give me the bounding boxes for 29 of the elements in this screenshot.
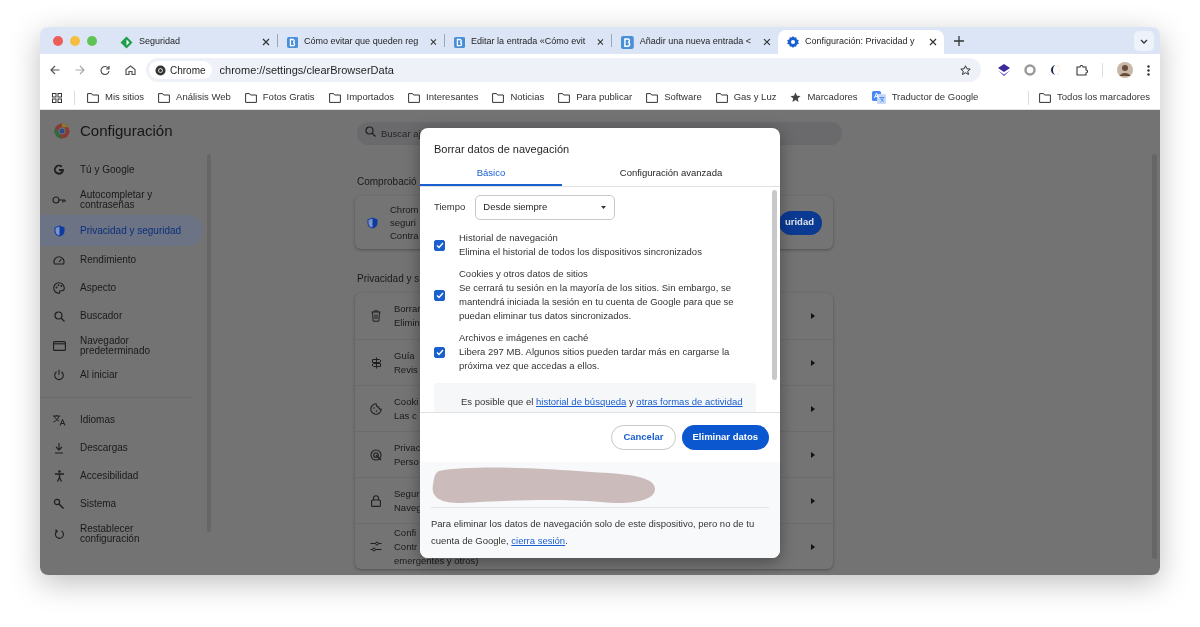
option-description: Libera 297 MB. Algunos sitios pueden tardar más en cargarse la próxima vez que accedas a ellos. — [459, 345, 731, 374]
row-text: Contr — [394, 539, 418, 554]
option-description: Elimina el historial de todos los dispositivos sincronizados — [459, 245, 702, 260]
row-text: Perso — [394, 454, 419, 469]
row-text: Las c — [394, 408, 417, 423]
section-heading: Comprobació — [357, 175, 417, 189]
url-text: chrome://settings/clearBrowserData — [219, 62, 395, 78]
row-text: Guía — [394, 348, 415, 363]
card-text: seguri — [390, 216, 416, 229]
row-text: Revis — [394, 362, 418, 377]
notice-text: Es posible que el historial de búsqueda y otras formas de actividad — [461, 396, 743, 408]
footer-text: Para eliminar los datos de navegación solo de este dispositivo, pero no de tu cuenta de Google, cierra sesión. — [431, 518, 755, 546]
page-title: Configuración — [80, 120, 173, 141]
option-title: Historial de navegación — [459, 231, 559, 245]
section-heading: Privacidad y s — [357, 272, 420, 286]
row-text: Confi — [394, 525, 417, 540]
row-text: Segur — [394, 486, 420, 501]
option-title: Archivos e imágenes en caché — [459, 330, 590, 345]
row-text: Privac — [394, 440, 421, 455]
row-text: Elimin — [394, 316, 420, 330]
card-text: Contra — [390, 229, 419, 242]
card-text: Chrom — [390, 203, 419, 216]
option-description: Se cerrará tu sesión en la mayoría de los sitios. Sin embargo, se mantendrá iniciada la sesión en tu cuenta de Google para que se puedan eliminar tus datos sincronizados. — [459, 280, 735, 324]
row-text: Cooki — [394, 394, 419, 409]
row-text: Borrar — [394, 302, 421, 316]
field-label: Tiempo — [434, 200, 466, 215]
option-title: Cookies y otros datos de sitios — [459, 266, 589, 281]
row-text: emergentes y otros) — [394, 553, 479, 568]
dialog-title: Borrar datos de navegación — [434, 142, 570, 157]
